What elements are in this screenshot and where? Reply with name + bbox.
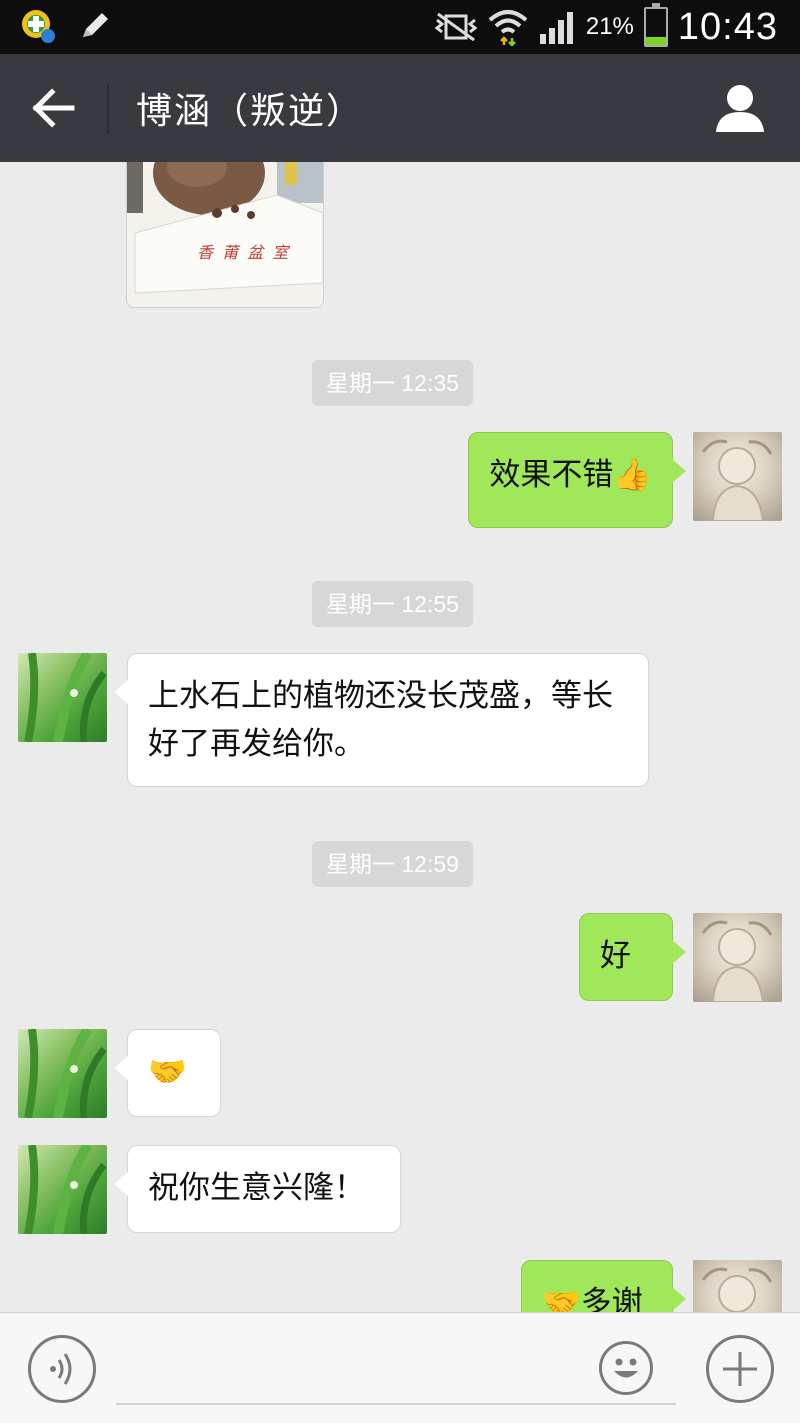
clock: 10:43 <box>677 5 778 48</box>
message-text: 祝你生意兴隆！ <box>148 1170 365 1206</box>
avatar-grass-image <box>24 653 107 742</box>
signal-icon <box>539 12 573 44</box>
app-notification-icon <box>22 10 55 43</box>
message-bubble-incoming[interactable]: 祝你生意兴隆！ <box>114 1145 401 1233</box>
person-icon <box>716 85 764 132</box>
pencil-icon <box>83 13 108 37</box>
message-input[interactable] <box>116 1343 590 1401</box>
message-text: 🤝多谢 <box>542 1285 643 1312</box>
arrow-left-icon <box>32 88 75 128</box>
message-text: 好 <box>600 938 631 974</box>
contact-avatar[interactable] <box>18 1145 107 1234</box>
photo-thumbnail <box>127 162 323 307</box>
input-underline <box>116 1403 676 1405</box>
image-message[interactable]: 香 莆 盆 室 <box>126 162 324 308</box>
more-options-button[interactable] <box>706 1335 774 1403</box>
avatar-grass-image <box>24 1145 107 1234</box>
contact-avatar[interactable] <box>18 653 107 742</box>
avatar-carving-image <box>701 439 773 521</box>
avatar-carving-image <box>701 1267 773 1312</box>
message-bubble-incoming[interactable]: 🤝 <box>114 1029 221 1117</box>
timestamp: 星期一 12:35 <box>312 360 473 406</box>
timestamp: 星期一 12:59 <box>312 841 473 887</box>
voice-icon <box>50 1353 72 1385</box>
voice-input-button[interactable] <box>28 1335 96 1403</box>
back-button[interactable] <box>22 76 86 140</box>
battery-percent: 21% <box>585 13 634 40</box>
chat-area[interactable]: 香 莆 盆 室 星期一 12:35 效果不错👍 星期一 12:55 上水石上的植… <box>0 162 800 1312</box>
message-bubble-outgoing[interactable]: 🤝多谢 <box>521 1260 686 1312</box>
smiley-icon <box>614 1358 638 1378</box>
message-bubble-outgoing[interactable]: 效果不错👍 <box>468 432 686 528</box>
image-caption: 香 莆 盆 室 <box>197 243 291 262</box>
emoji-button[interactable] <box>599 1341 653 1395</box>
plus-icon <box>723 1352 757 1386</box>
wifi-icon <box>488 10 528 46</box>
timestamp: 星期一 12:55 <box>312 581 473 627</box>
my-avatar[interactable] <box>693 1260 782 1312</box>
my-avatar[interactable] <box>693 913 782 1002</box>
message-bubble-incoming[interactable]: 上水石上的植物还没长茂盛，等长好了再发给你。 <box>114 653 649 787</box>
status-right-icons: 21% 10:43 <box>434 0 778 54</box>
message-bubble-outgoing[interactable]: 好 <box>579 913 686 1001</box>
status-left-icons <box>20 8 112 44</box>
message-text: 🤝 <box>148 1054 187 1090</box>
my-avatar[interactable] <box>693 432 782 521</box>
chat-title: 博涵（叛逆） <box>136 91 365 132</box>
message-text: 效果不错👍 <box>489 457 652 493</box>
message-text: 上水石上的植物还没长茂盛，等长好了再发给你。 <box>148 678 613 762</box>
avatar-grass-image <box>24 1029 107 1118</box>
contact-info-button[interactable] <box>710 78 770 138</box>
battery-icon <box>643 3 668 47</box>
vibrate-mute-icon <box>434 12 478 42</box>
title-bar: 博涵（叛逆） <box>0 54 800 162</box>
title-divider <box>107 84 109 134</box>
contact-avatar[interactable] <box>18 1029 107 1118</box>
battery-fill <box>645 37 666 45</box>
input-bar <box>0 1312 800 1423</box>
avatar-carving-image <box>701 920 773 1002</box>
status-bar: 21% 10:43 <box>0 0 800 54</box>
